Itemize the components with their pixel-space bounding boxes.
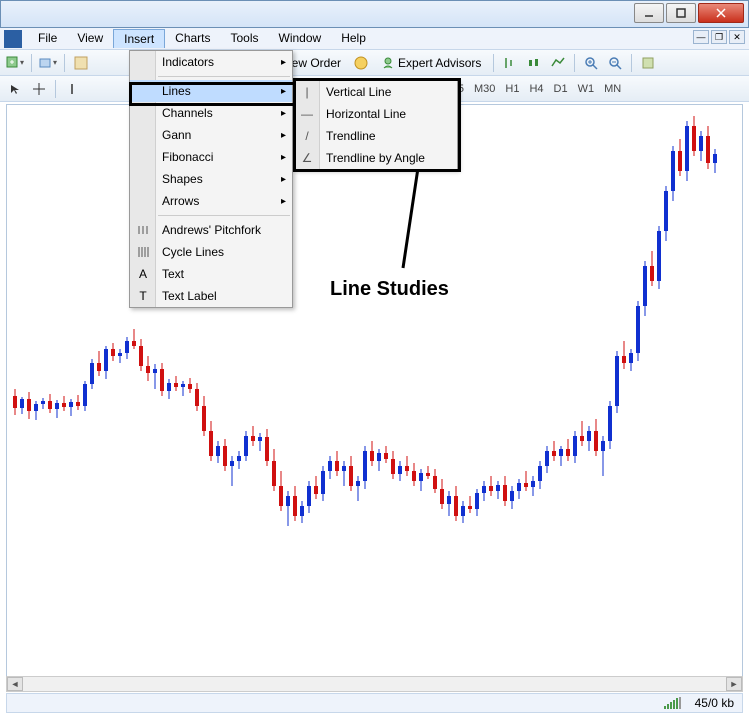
chart-area[interactable] (6, 104, 743, 691)
connection-indicator-icon (664, 697, 681, 709)
insert-cycle-lines[interactable]: Cycle Lines (130, 241, 292, 263)
menu-insert[interactable]: Insert (113, 29, 165, 48)
menu-charts[interactable]: Charts (165, 29, 220, 48)
crosshair-button[interactable] (28, 78, 50, 100)
menu-help[interactable]: Help (331, 29, 376, 48)
T-icon: T (134, 288, 152, 304)
callout-label: Line Studies (330, 278, 449, 301)
menubar: FileViewInsertChartsToolsWindowHelp — ❐ … (0, 28, 749, 50)
toolbar-standard: ▾ ▾ New Order Expert Advisors (0, 50, 749, 76)
insert-lines[interactable]: Lines▸ (130, 80, 292, 102)
insert-text-label[interactable]: TText Label (130, 285, 292, 307)
lines-trendline[interactable]: /Trendline (294, 125, 457, 147)
submenu-arrow-icon: ▸ (281, 108, 286, 119)
zoom-out-button[interactable] (604, 52, 626, 74)
chart-line-button[interactable] (547, 52, 569, 74)
timeframe-w1[interactable]: W1 (573, 79, 600, 99)
new-chart-button[interactable]: ▾ (4, 52, 26, 74)
submenu-arrow-icon: ▸ (281, 196, 286, 207)
window-minimize-button[interactable] (634, 3, 664, 23)
insert-gann[interactable]: Gann▸ (130, 124, 292, 146)
insert-fibonacci[interactable]: Fibonacci▸ (130, 146, 292, 168)
lines-trendline-by-angle[interactable]: ∠Trendline by Angle (294, 147, 457, 169)
menu-window[interactable]: Window (269, 29, 332, 48)
window-titlebar (0, 0, 749, 28)
line-type-icon: / (298, 128, 316, 144)
profiles-button[interactable]: ▾ (37, 52, 59, 74)
lines-submenu-dropdown: |Vertical Line—Horizontal Line/Trendline… (293, 80, 458, 170)
line-type-icon: — (298, 106, 316, 122)
expert-advisors-button[interactable]: Expert Advisors (374, 52, 488, 74)
statusbar: 45/0 kb (6, 693, 743, 713)
timeframe-h1[interactable]: H1 (500, 79, 524, 99)
mdi-minimize-button[interactable]: — (693, 30, 709, 44)
menu-view[interactable]: View (67, 29, 113, 48)
mdi-close-button[interactable]: ✕ (729, 30, 745, 44)
timeframe-m30[interactable]: M30 (469, 79, 500, 99)
pitchfork-icon (134, 222, 152, 238)
cycle-icon (134, 244, 152, 260)
insert-channels[interactable]: Channels▸ (130, 102, 292, 124)
submenu-arrow-icon: ▸ (281, 130, 286, 141)
traffic-label: 45/0 kb (695, 696, 734, 710)
zoom-in-button[interactable] (580, 52, 602, 74)
scroll-right-button[interactable]: ► (726, 677, 742, 691)
lines-horizontal-line[interactable]: —Horizontal Line (294, 103, 457, 125)
candlestick-chart (7, 105, 742, 690)
expert-advisors-label: Expert Advisors (398, 56, 481, 70)
insert-indicators[interactable]: Indicators▸ (130, 51, 292, 73)
window-close-button[interactable] (698, 3, 744, 23)
insert-arrows[interactable]: Arrows▸ (130, 190, 292, 212)
lines-vertical-line[interactable]: |Vertical Line (294, 81, 457, 103)
autotrading-button[interactable] (350, 52, 372, 74)
mdi-restore-button[interactable]: ❐ (711, 30, 727, 44)
insert-text[interactable]: AText (130, 263, 292, 285)
submenu-arrow-icon: ▸ (281, 152, 286, 163)
insert-andrews-pitchfork[interactable]: Andrews' Pitchfork (130, 219, 292, 241)
autoscroll-button[interactable] (637, 52, 659, 74)
line-type-icon: ∠ (298, 150, 316, 166)
vertical-line-button[interactable] (61, 78, 83, 100)
chart-candle-button[interactable] (523, 52, 545, 74)
timeframe-mn[interactable]: MN (599, 79, 626, 99)
chart-bar-button[interactable] (499, 52, 521, 74)
submenu-arrow-icon: ▸ (281, 57, 286, 68)
menu-tools[interactable]: Tools (221, 29, 269, 48)
app-icon (4, 30, 22, 48)
A-icon: A (134, 266, 152, 282)
timeframe-h4[interactable]: H4 (524, 79, 548, 99)
horizontal-scrollbar[interactable]: ◄ ► (6, 676, 743, 692)
market-watch-button[interactable] (70, 52, 92, 74)
insert-shapes[interactable]: Shapes▸ (130, 168, 292, 190)
callout-arrow (398, 168, 438, 278)
cursor-button[interactable] (4, 78, 26, 100)
line-type-icon: | (298, 84, 316, 100)
scroll-left-button[interactable]: ◄ (7, 677, 23, 691)
menu-file[interactable]: File (28, 29, 67, 48)
timeframe-d1[interactable]: D1 (549, 79, 573, 99)
window-maximize-button[interactable] (666, 3, 696, 23)
insert-menu-dropdown: Indicators▸ Lines▸Channels▸Gann▸Fibonacci… (129, 50, 293, 308)
submenu-arrow-icon: ▸ (281, 174, 286, 185)
submenu-arrow-icon: ▸ (281, 86, 286, 97)
